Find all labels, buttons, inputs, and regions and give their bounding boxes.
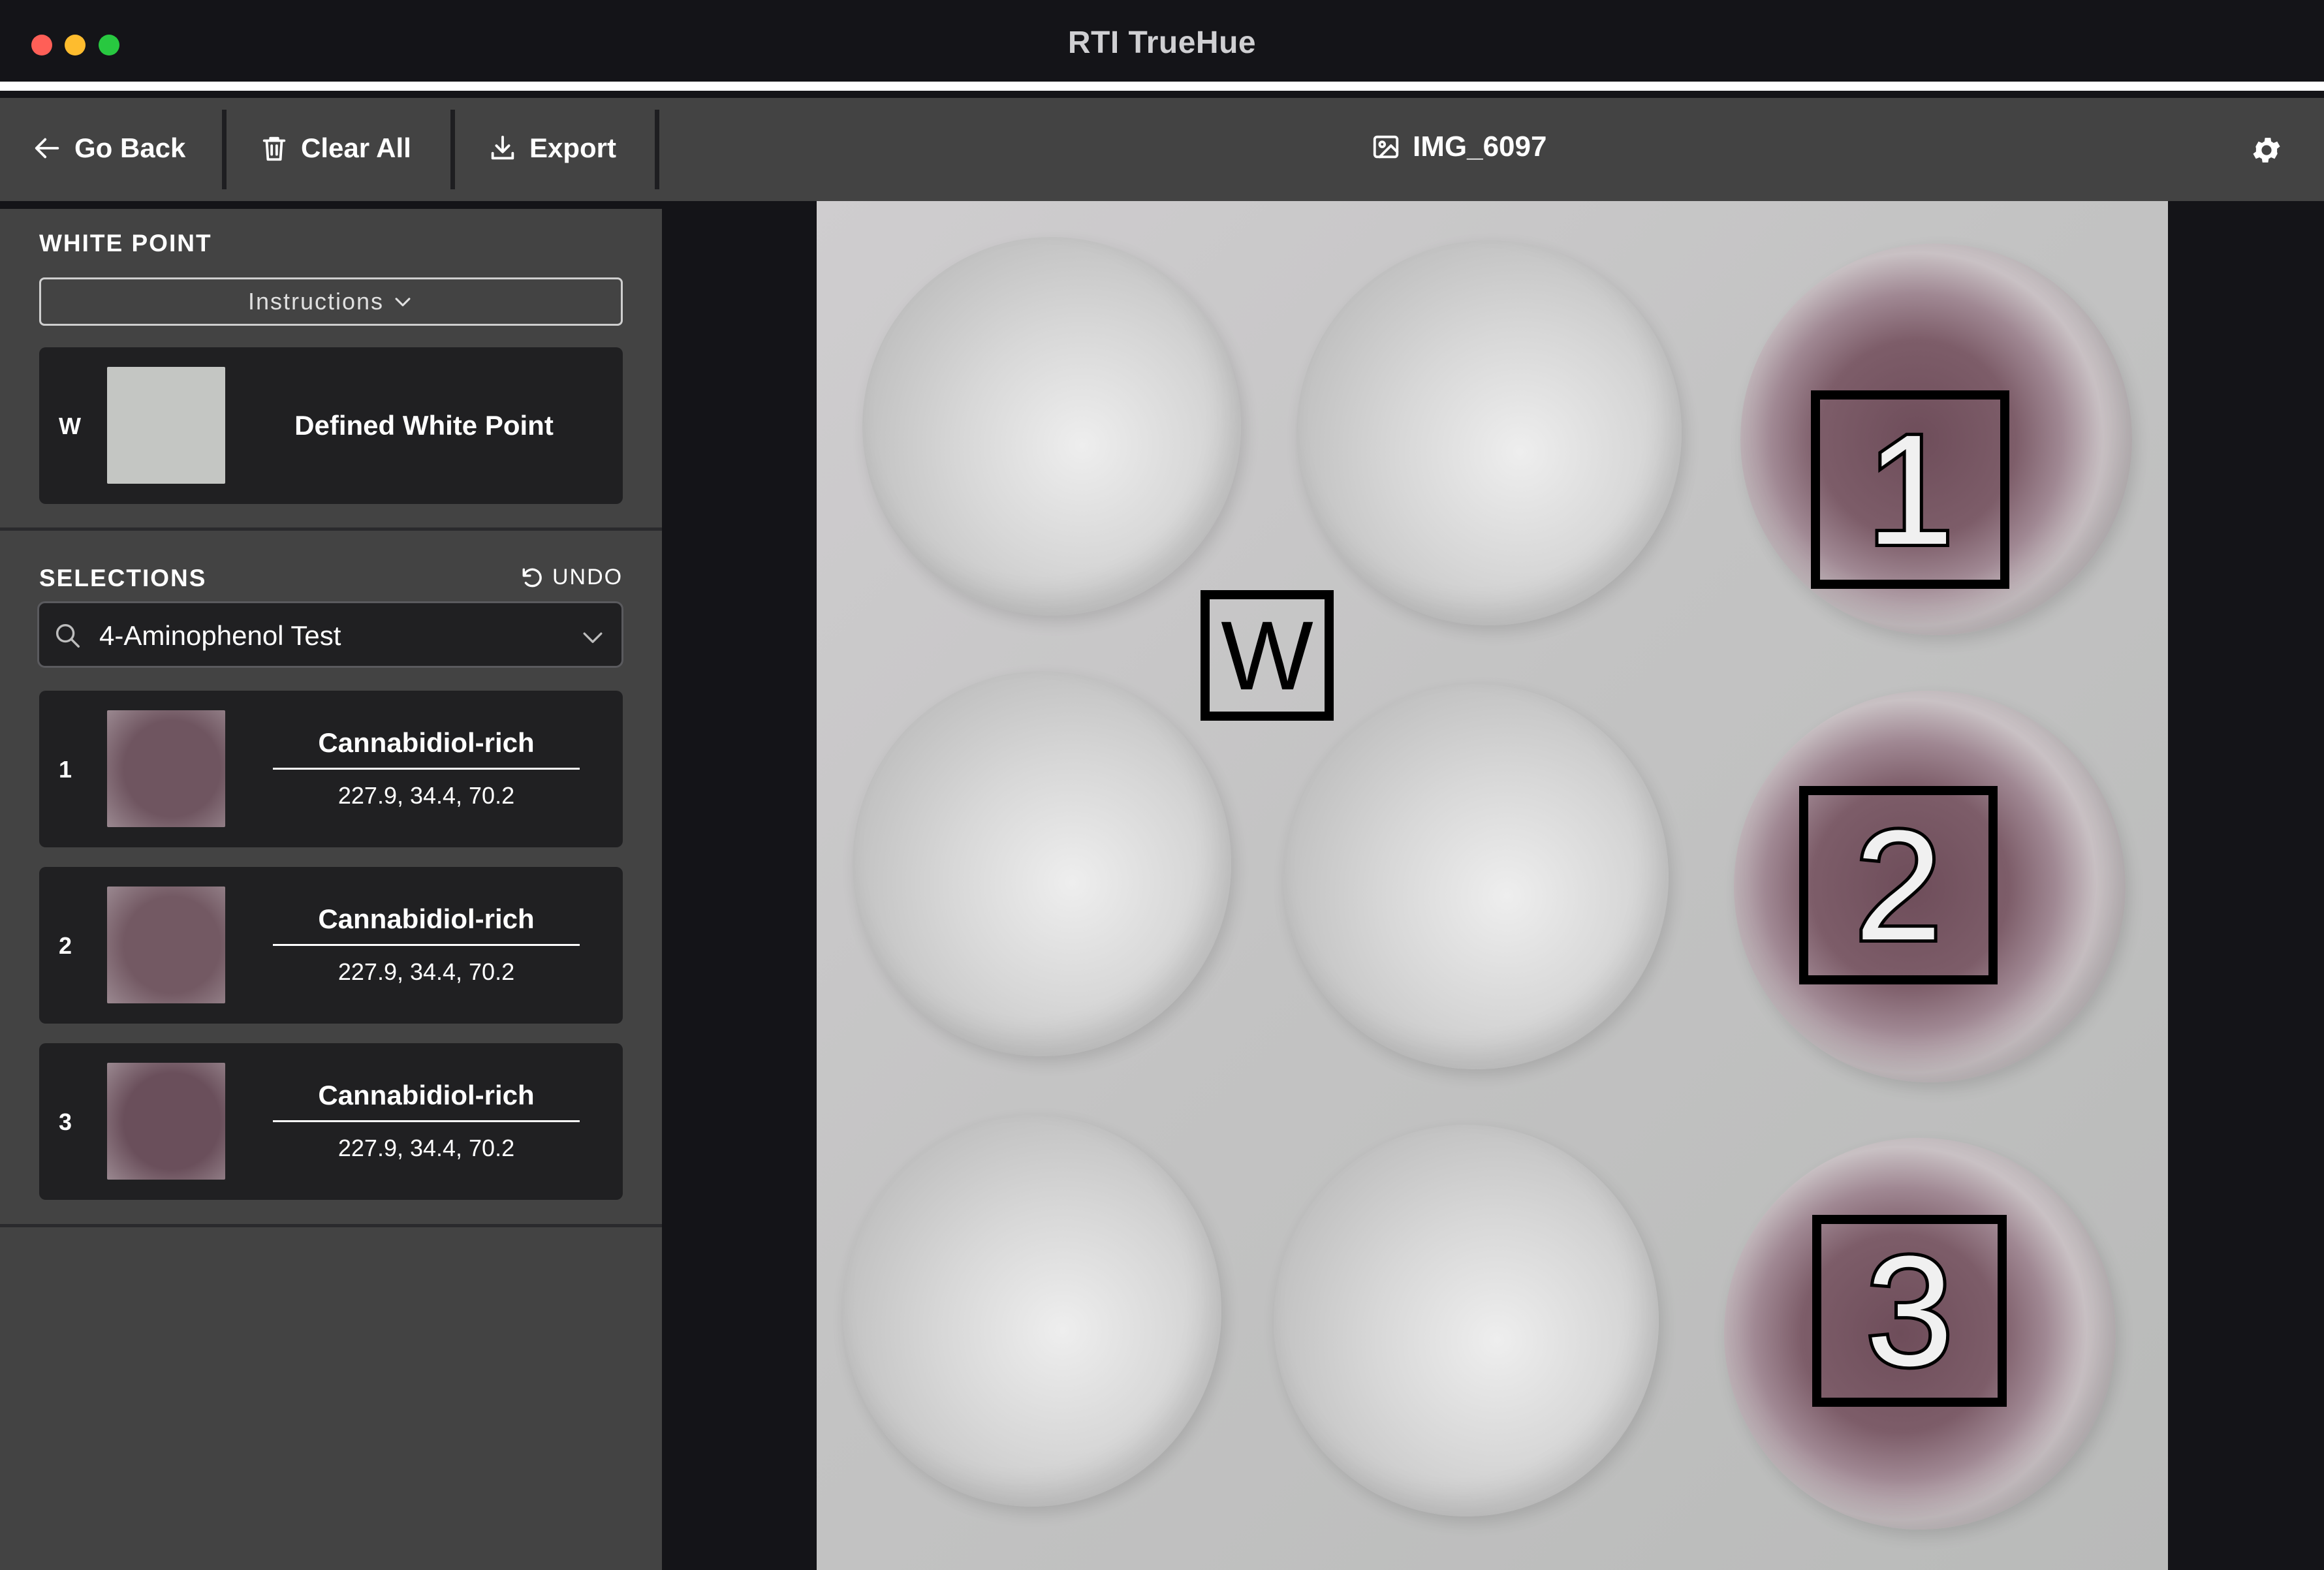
selection-swatch bbox=[107, 887, 225, 1003]
plate-well bbox=[853, 671, 1231, 1056]
gear-icon[interactable] bbox=[2250, 133, 2284, 167]
white-point-heading: WHITE POINT bbox=[39, 230, 212, 257]
selection-marker[interactable]: 3 bbox=[1812, 1215, 2007, 1407]
white-point-card[interactable]: W Defined White Point bbox=[39, 347, 623, 504]
selection-index: 3 bbox=[59, 1108, 72, 1135]
instructions-label: Instructions bbox=[247, 288, 385, 315]
plate-well bbox=[1296, 240, 1682, 625]
toolbar: Go Back Clear All Export IMG_6097 bbox=[0, 98, 2324, 201]
window-title-bar: RTI TrueHue bbox=[0, 0, 2324, 91]
undo-icon bbox=[522, 568, 542, 587]
app-title: RTI TrueHue bbox=[1067, 25, 1257, 60]
undo-button[interactable]: UNDO bbox=[520, 565, 623, 590]
white-point-index: W bbox=[59, 413, 81, 439]
toolbar-divider bbox=[655, 110, 659, 189]
selection-swatch bbox=[107, 710, 225, 827]
chevron-down-icon bbox=[583, 632, 603, 643]
sidebar: WHITE POINT Instructions W Defined White… bbox=[0, 209, 662, 1570]
test-select[interactable]: 4-Aminophenol Test bbox=[37, 601, 623, 668]
selection-marker-label: 1 bbox=[1863, 402, 1957, 577]
plate-well bbox=[843, 1115, 1221, 1507]
go-back-button[interactable]: Go Back bbox=[0, 110, 222, 187]
selection-index: 2 bbox=[59, 932, 72, 959]
selection-card[interactable]: 3 Cannabidiol-rich 227.9, 34.4, 70.2 bbox=[39, 1043, 623, 1200]
white-point-swatch bbox=[107, 367, 225, 484]
trash-icon bbox=[262, 136, 286, 161]
undo-label: UNDO bbox=[552, 565, 623, 589]
file-title: IMG_6097 bbox=[1371, 131, 1547, 163]
file-name: IMG_6097 bbox=[1413, 131, 1547, 163]
selections-heading: SELECTIONS bbox=[39, 565, 207, 591]
selection-values: 227.9, 34.4, 70.2 bbox=[338, 1135, 515, 1161]
white-point-section: WHITE POINT Instructions W Defined White… bbox=[0, 209, 662, 531]
selection-marker[interactable]: 2 bbox=[1799, 786, 1998, 984]
selection-marker-label: 2 bbox=[1851, 798, 1945, 973]
instructions-dropdown[interactable]: Instructions bbox=[39, 277, 623, 326]
export-button[interactable]: Export bbox=[455, 110, 657, 187]
selection-card[interactable]: 2 Cannabidiol-rich 227.9, 34.4, 70.2 bbox=[39, 867, 623, 1024]
selection-name: Cannabidiol-rich bbox=[273, 727, 580, 770]
toolbar-divider bbox=[450, 110, 455, 189]
plate-well bbox=[862, 237, 1241, 616]
export-label: Export bbox=[529, 133, 617, 163]
toolbar-divider bbox=[222, 110, 227, 189]
selection-index: 1 bbox=[59, 756, 72, 783]
selection-name: Cannabidiol-rich bbox=[273, 903, 580, 946]
image-icon bbox=[1373, 135, 1399, 159]
go-back-label: Go Back bbox=[74, 133, 186, 163]
arrow-left-icon bbox=[35, 138, 59, 159]
clear-all-button[interactable]: Clear All bbox=[227, 110, 452, 187]
white-point-label: Defined White Point bbox=[294, 410, 554, 441]
white-point-marker-label: W bbox=[1221, 601, 1313, 710]
download-icon bbox=[491, 135, 514, 160]
selection-swatch bbox=[107, 1063, 225, 1180]
search-icon bbox=[55, 623, 80, 648]
plate-well bbox=[1274, 1125, 1659, 1516]
spot-plate-photo[interactable]: W 1 2 3 bbox=[817, 201, 2168, 1570]
white-point-marker[interactable]: W bbox=[1201, 590, 1334, 721]
plate-well bbox=[1283, 684, 1669, 1069]
selection-marker-label: 3 bbox=[1862, 1223, 1956, 1398]
selection-values: 227.9, 34.4, 70.2 bbox=[338, 958, 515, 985]
selection-marker[interactable]: 1 bbox=[1811, 390, 2009, 589]
clear-all-label: Clear All bbox=[301, 133, 411, 163]
selection-name: Cannabidiol-rich bbox=[273, 1080, 580, 1122]
selections-section: SELECTIONS UNDO 4-Aminophenol Test 1 Can… bbox=[0, 531, 662, 1227]
test-select-value: 4-Aminophenol Test bbox=[99, 620, 341, 651]
chevron-down-icon bbox=[395, 298, 411, 307]
selection-values: 227.9, 34.4, 70.2 bbox=[338, 782, 515, 809]
selection-card[interactable]: 1 Cannabidiol-rich 227.9, 34.4, 70.2 bbox=[39, 691, 623, 847]
